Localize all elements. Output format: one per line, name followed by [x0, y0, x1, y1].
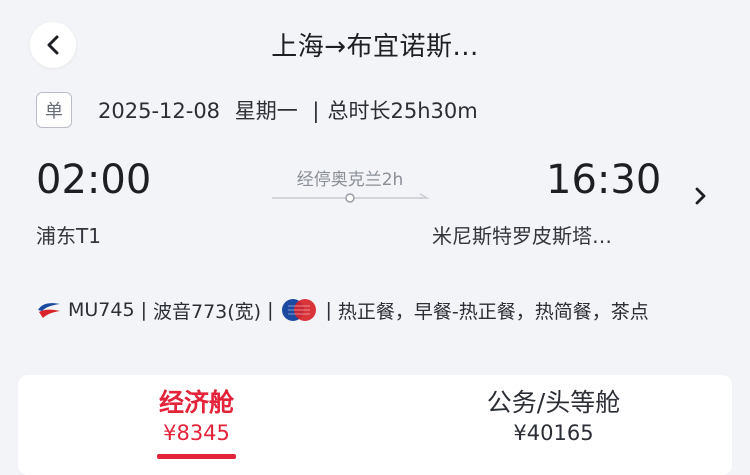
cabin-price: ¥40165 [513, 421, 594, 445]
arrival-time: 16:30 [546, 157, 662, 203]
flight-number: MU745 [68, 299, 135, 321]
chevron-right-icon [695, 187, 706, 205]
china-eastern-logo-icon [38, 303, 60, 318]
arrival-airport: 米尼斯特罗皮斯塔… [432, 224, 612, 248]
meal-info: 热正餐，早餐-热正餐，热简餐，茶点 [337, 300, 649, 323]
separator: | [267, 299, 274, 321]
trip-duration: 总时长25h30m [327, 99, 478, 123]
flight-details-row: MU745 | 波音773(宽) | | 热正餐，早餐-热正餐，热简餐，茶点 [36, 296, 649, 324]
trip-info-row: 单 2025-12-08 星期一 | 总时长25h30m [36, 92, 478, 128]
cabin-tab-economy[interactable]: 经济舱 ¥8345 [18, 375, 375, 475]
departure-airport: 浦东T1 [36, 224, 101, 248]
trip-date-line: 2025-12-08 星期一 | 总时长25h30m [98, 95, 478, 125]
one-way-badge: 单 [36, 92, 72, 128]
cabin-price: ¥8345 [163, 421, 230, 445]
departure-time: 02:00 [36, 157, 152, 203]
cabin-name: 公务/头等舱 [486, 388, 621, 417]
meal-badge-icon [282, 299, 317, 321]
separator: | [325, 299, 332, 321]
stop-route-line [272, 193, 430, 203]
cabin-name: 经济舱 [158, 388, 234, 417]
selected-tab-indicator [157, 454, 236, 459]
stop-info: 经停奥克兰2h [296, 170, 404, 190]
aircraft-type: 波音773(宽) [152, 300, 262, 323]
cabin-tab-business-first[interactable]: 公务/头等舱 ¥40165 [375, 375, 732, 475]
flight-detail-button[interactable] [694, 186, 708, 210]
separator: | [312, 99, 320, 123]
trip-weekday: 星期一 [234, 99, 298, 123]
separator: | [140, 299, 147, 321]
page-title: 上海→布宜诺斯... [271, 32, 479, 62]
trip-date: 2025-12-08 [98, 99, 221, 123]
